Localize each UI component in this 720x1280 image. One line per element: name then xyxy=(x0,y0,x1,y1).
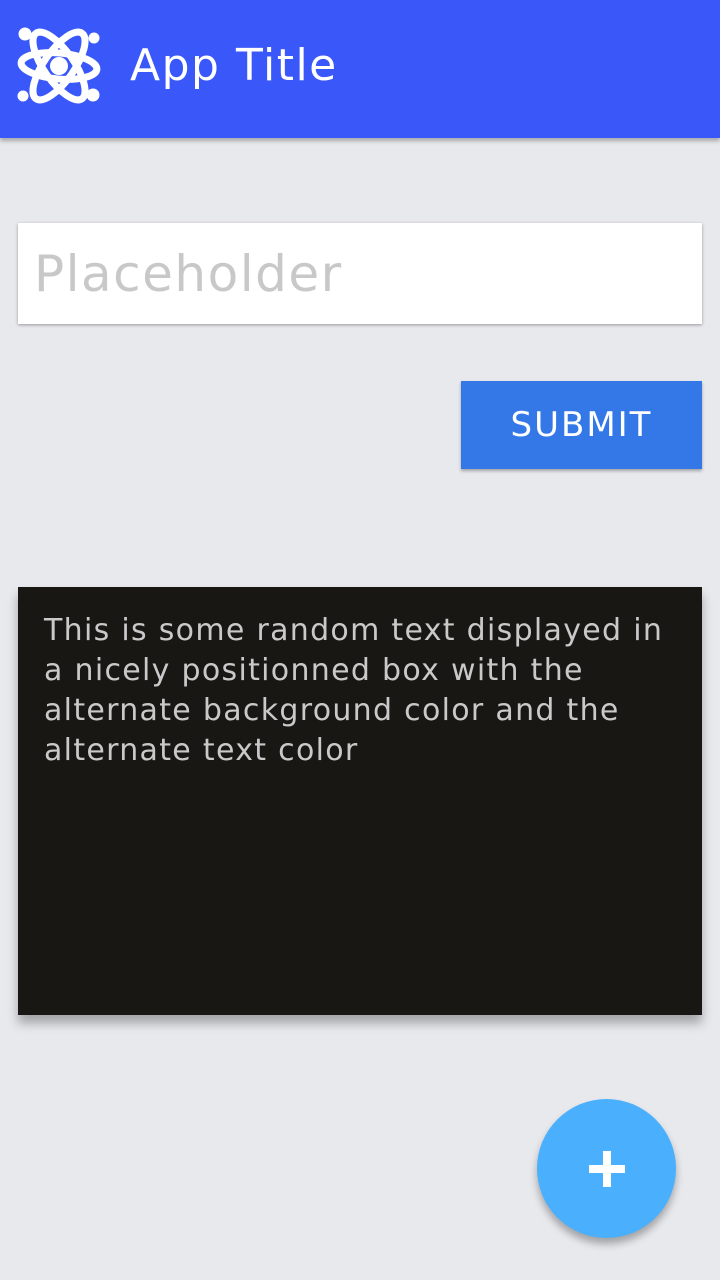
text-box-content: This is some random text displayed in a … xyxy=(44,613,664,768)
text-input[interactable] xyxy=(18,223,702,324)
app-title: App Title xyxy=(130,40,338,91)
app-bar: App Title xyxy=(0,0,720,138)
submit-button[interactable]: SUBMIT xyxy=(461,381,702,469)
text-box: This is some random text displayed in a … xyxy=(18,587,702,1015)
plus-icon xyxy=(588,1150,625,1187)
atom-icon xyxy=(14,16,104,116)
add-fab-button[interactable] xyxy=(537,1099,676,1238)
